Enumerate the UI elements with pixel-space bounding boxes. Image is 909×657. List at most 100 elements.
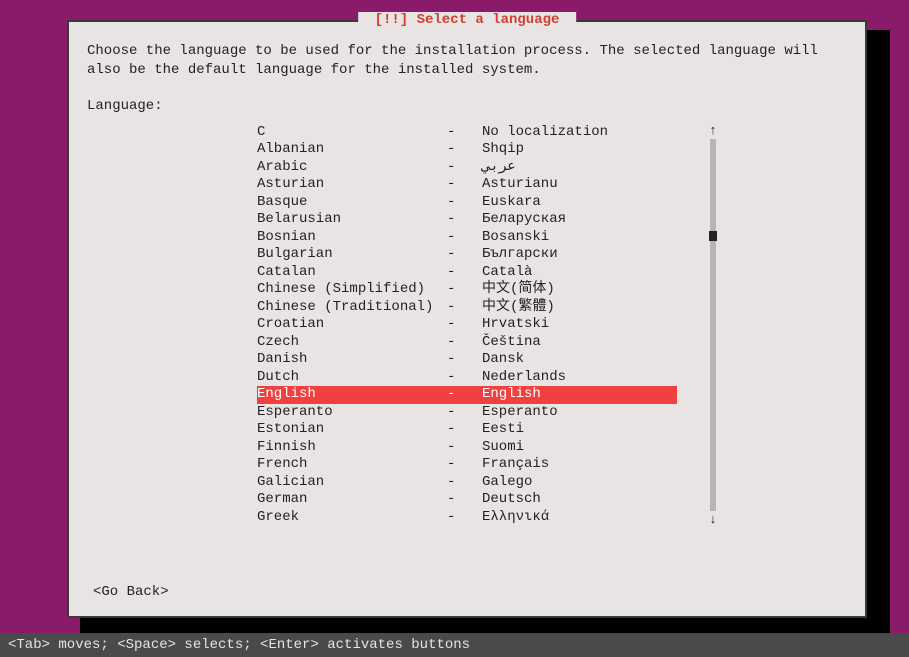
list-item[interactable]: Catalan-Català (257, 264, 677, 282)
separator: - (447, 176, 482, 194)
separator: - (447, 351, 482, 369)
list-item[interactable]: Asturian-Asturianu (257, 176, 677, 194)
list-item[interactable]: German-Deutsch (257, 491, 677, 509)
separator: - (447, 246, 482, 264)
separator: - (447, 456, 482, 474)
language-native: Deutsch (482, 491, 677, 509)
separator: - (447, 299, 482, 317)
language-native: 中文(简体) (482, 281, 677, 299)
list-item[interactable]: Croatian-Hrvatski (257, 316, 677, 334)
scrollbar-track[interactable] (710, 139, 716, 512)
list-item[interactable]: Galician-Galego (257, 474, 677, 492)
language-native: 中文(繁體) (482, 299, 677, 317)
separator: - (447, 386, 482, 404)
language-native: Galego (482, 474, 677, 492)
language-name: French (257, 456, 447, 474)
language-native: English (482, 386, 677, 404)
list-item[interactable]: Bosnian-Bosanski (257, 229, 677, 247)
language-name: Chinese (Traditional) (257, 299, 447, 317)
language-name: Finnish (257, 439, 447, 457)
language-native: Esperanto (482, 404, 677, 422)
separator: - (447, 474, 482, 492)
scrollbar[interactable]: ↑ ↓ (709, 124, 717, 527)
list-item[interactable]: Finnish-Suomi (257, 439, 677, 457)
separator: - (447, 281, 482, 299)
language-native: Shqip (482, 141, 677, 159)
language-name: Catalan (257, 264, 447, 282)
language-name: German (257, 491, 447, 509)
list-item[interactable]: Chinese (Simplified)-中文(简体) (257, 281, 677, 299)
language-native: Беларуская (482, 211, 677, 229)
list-item[interactable]: Basque-Euskara (257, 194, 677, 212)
separator: - (447, 194, 482, 212)
language-native: Català (482, 264, 677, 282)
separator: - (447, 211, 482, 229)
language-name: Basque (257, 194, 447, 212)
language-name: Albanian (257, 141, 447, 159)
language-name: Croatian (257, 316, 447, 334)
language-native: No localization (482, 124, 677, 142)
language-name: Belarusian (257, 211, 447, 229)
language-native: Bosanski (482, 229, 677, 247)
language-native: Dansk (482, 351, 677, 369)
separator: - (447, 421, 482, 439)
separator: - (447, 264, 482, 282)
separator: - (447, 124, 482, 142)
list-item[interactable]: Dutch-Nederlands (257, 369, 677, 387)
language-name: Asturian (257, 176, 447, 194)
separator: - (447, 404, 482, 422)
language-name: Greek (257, 509, 447, 527)
scroll-up-icon[interactable]: ↑ (709, 124, 717, 137)
list-item[interactable]: French-Français (257, 456, 677, 474)
list-item[interactable]: Czech-Čeština (257, 334, 677, 352)
language-name: C (257, 124, 447, 142)
language-name: English (257, 386, 447, 404)
separator: - (447, 316, 482, 334)
list-item[interactable]: Bulgarian-Български (257, 246, 677, 264)
language-name: Czech (257, 334, 447, 352)
language-native: عربي (482, 159, 677, 177)
separator: - (447, 229, 482, 247)
language-native: Asturianu (482, 176, 677, 194)
keybinding-hint: <Tab> moves; <Space> selects; <Enter> ac… (0, 633, 909, 657)
language-name: Chinese (Simplified) (257, 281, 447, 299)
language-name: Danish (257, 351, 447, 369)
language-name: Arabic (257, 159, 447, 177)
list-item[interactable]: Estonian-Eesti (257, 421, 677, 439)
language-native: Hrvatski (482, 316, 677, 334)
list-item[interactable]: Esperanto-Esperanto (257, 404, 677, 422)
list-item[interactable]: C-No localization (257, 124, 677, 142)
list-item[interactable]: Arabic-عربي (257, 159, 677, 177)
language-native: Euskara (482, 194, 677, 212)
separator: - (447, 141, 482, 159)
scrollbar-thumb[interactable] (709, 231, 717, 241)
separator: - (447, 369, 482, 387)
dialog-title: [!!] Select a language (358, 12, 576, 28)
language-native: Eesti (482, 421, 677, 439)
language-native: Nederlands (482, 369, 677, 387)
go-back-button[interactable]: <Go Back> (93, 584, 169, 600)
separator: - (447, 509, 482, 527)
language-name: Bosnian (257, 229, 447, 247)
list-item[interactable]: Chinese (Traditional)-中文(繁體) (257, 299, 677, 317)
language-name: Estonian (257, 421, 447, 439)
list-item[interactable]: Greek-Ελληνικά (257, 509, 677, 527)
instructions-text: Choose the language to be used for the i… (87, 42, 847, 80)
scroll-down-icon[interactable]: ↓ (709, 513, 717, 526)
separator: - (447, 491, 482, 509)
list-item[interactable]: Albanian-Shqip (257, 141, 677, 159)
language-name: Bulgarian (257, 246, 447, 264)
language-native: Čeština (482, 334, 677, 352)
language-dialog: [!!] Select a language Choose the langua… (67, 20, 867, 618)
list-item[interactable]: Danish-Dansk (257, 351, 677, 369)
list-item[interactable]: English-English (257, 386, 677, 404)
language-native: Suomi (482, 439, 677, 457)
language-name: Galician (257, 474, 447, 492)
separator: - (447, 439, 482, 457)
list-item[interactable]: Belarusian-Беларуская (257, 211, 677, 229)
language-list[interactable]: C-No localizationAlbanian-ShqipArabic-عر… (257, 124, 677, 527)
language-native: Français (482, 456, 677, 474)
language-label: Language: (87, 98, 847, 114)
separator: - (447, 159, 482, 177)
language-name: Esperanto (257, 404, 447, 422)
